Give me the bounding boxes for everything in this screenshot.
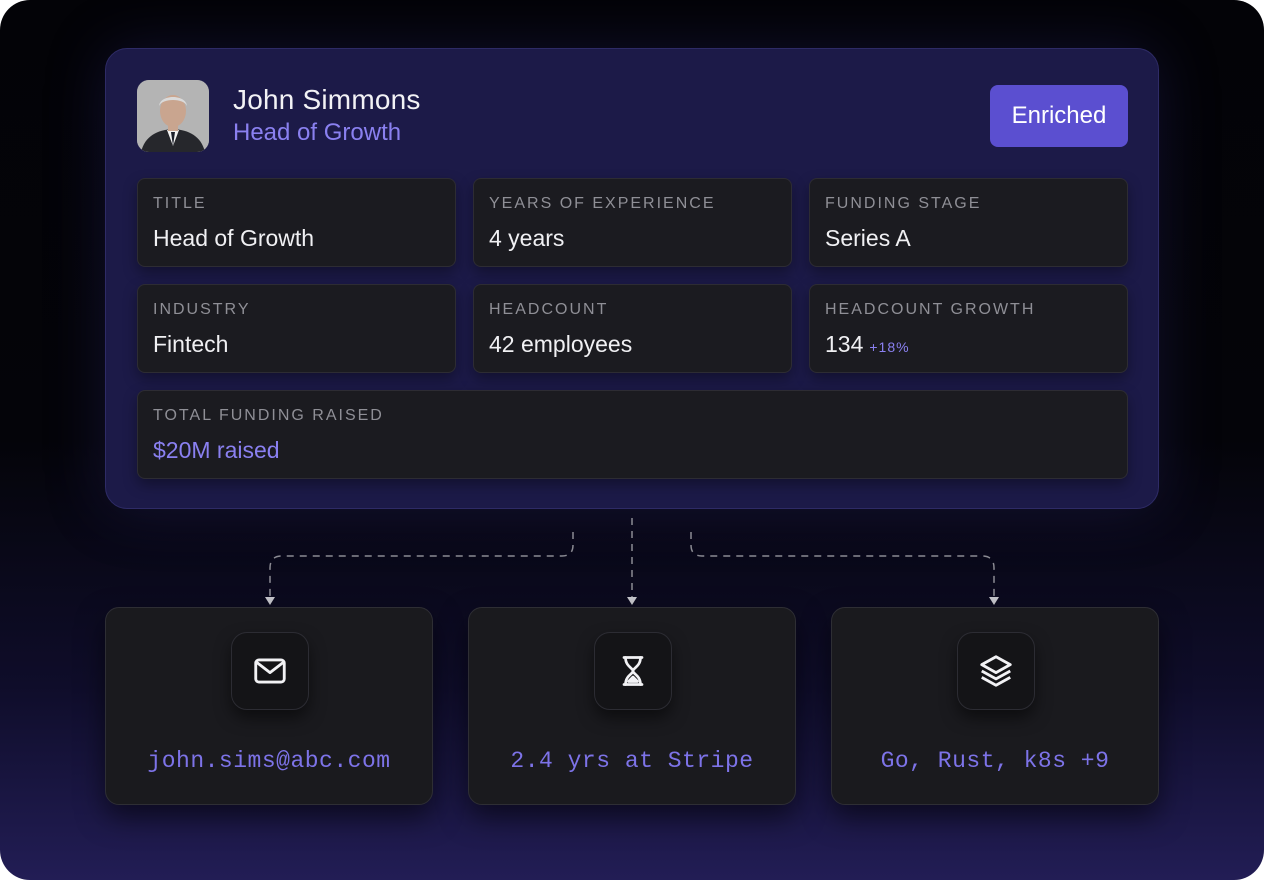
email-card: john.sims@abc.com: [105, 607, 433, 805]
skills-card: Go, Rust, k8s +9: [831, 607, 1159, 805]
icon-tile: [594, 632, 672, 710]
connector-right: [690, 532, 995, 597]
email-text: john.sims@abc.com: [147, 748, 391, 774]
tenure-text: 2.4 yrs at Stripe: [510, 748, 754, 774]
skills-text: Go, Rust, k8s +9: [880, 748, 1110, 774]
enrichment-frame: John Simmons Head of Growth Enriched TIT…: [0, 0, 1264, 880]
tenure-card: 2.4 yrs at Stripe: [468, 607, 796, 805]
connector-left: [269, 532, 574, 597]
arrow-right: [989, 597, 999, 605]
icon-tile: [957, 632, 1035, 710]
arrow-left: [265, 597, 275, 605]
layers-icon: [980, 655, 1012, 687]
hourglass-icon: [622, 656, 644, 686]
arrow-center: [627, 597, 637, 605]
icon-tile: [231, 632, 309, 710]
mail-icon: [254, 658, 286, 684]
